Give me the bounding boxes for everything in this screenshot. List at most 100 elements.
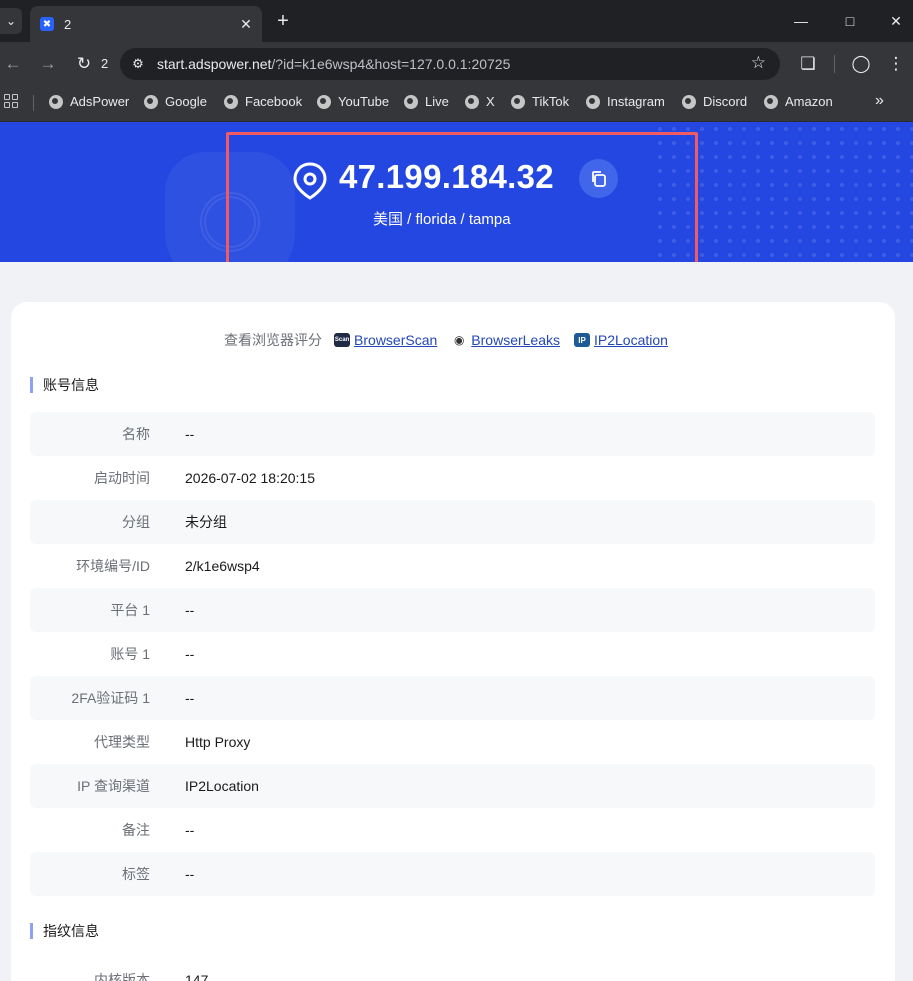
bookmark-tiktok[interactable]: TikTok — [511, 94, 569, 109]
bookmark-star-icon[interactable]: ☆ — [751, 53, 766, 73]
ip2location-link-text[interactable]: IP2Location — [594, 332, 668, 348]
bookmark-label: Instagram — [607, 94, 665, 109]
browser-toolbar: ← → ↻ 2 ⚙ start.adspower.net/?id=k1e6wsp… — [0, 42, 913, 86]
row-label: 内核版本 — [94, 972, 150, 981]
row-value: -- — [185, 866, 195, 882]
globe-icon — [586, 94, 600, 109]
bookmark-youtube[interactable]: YouTube — [317, 94, 389, 109]
globe-icon — [465, 94, 479, 109]
row-label: 分组 — [122, 514, 150, 530]
maximize-window-button[interactable]: □ — [835, 10, 865, 32]
bookmark-google[interactable]: Google — [144, 94, 207, 109]
table-row: 名称 -- — [30, 412, 875, 456]
url-text[interactable]: start.adspower.net/?id=k1e6wsp4&host=127… — [157, 56, 510, 72]
browserscan-link-text[interactable]: BrowserScan — [354, 332, 437, 348]
forward-arrow-icon[interactable]: → — [37, 53, 59, 75]
row-value: 未分组 — [185, 514, 227, 530]
globe-icon — [682, 94, 696, 109]
account-info-title: 账号信息 — [30, 377, 99, 393]
bookmark-label: Amazon — [785, 94, 833, 109]
ip-hero-banner: 47.199.184.32 美国 / florida / tampa — [0, 122, 913, 262]
row-label: 平台 1 — [110, 602, 150, 618]
table-row: 平台 1 -- — [30, 588, 875, 632]
ip2location-icon: IP — [574, 333, 590, 347]
globe-icon — [764, 94, 778, 109]
bookmark-label: X — [486, 94, 495, 109]
row-label: 代理类型 — [94, 734, 150, 750]
bookmark-instagram[interactable]: Instagram — [586, 94, 665, 109]
table-row: 环境编号/ID 2/k1e6wsp4 — [30, 544, 875, 588]
table-row: 备注 -- — [30, 808, 875, 852]
row-label: 名称 — [122, 426, 150, 442]
row-label: 2FA验证码 1 — [71, 690, 150, 706]
bookmark-label: Google — [165, 94, 207, 109]
bookmark-label: Discord — [703, 94, 748, 109]
row-value: -- — [185, 602, 195, 618]
bookmark-adspower[interactable]: AdsPower — [49, 94, 129, 109]
profile-info-card: 查看浏览器评分 Scan BrowserScan ◉ BrowserLeaks … — [11, 302, 895, 981]
copy-icon — [591, 170, 606, 187]
tab-active[interactable]: ✖ 2 ✕ — [30, 6, 262, 42]
close-window-button[interactable]: ✕ — [881, 10, 911, 32]
globe-icon — [49, 94, 63, 109]
back-arrow-icon[interactable]: ← — [2, 53, 24, 75]
bookmark-label: Live — [425, 94, 449, 109]
address-bar[interactable]: ⚙ start.adspower.net/?id=k1e6wsp4&host=1… — [120, 48, 780, 80]
tab-strip: ⌄ ✖ 2 ✕ + — □ ✕ — [0, 0, 913, 42]
table-row: 2FA验证码 1 -- — [30, 676, 875, 720]
table-row: IP 查询渠道 IP2Location — [30, 764, 875, 808]
ip-location: 美国 / florida / tampa — [373, 211, 511, 228]
row-value: 2026-07-02 18:20:15 — [185, 470, 315, 486]
close-tab-icon[interactable]: ✕ — [234, 16, 258, 33]
row-value: -- — [185, 426, 195, 442]
minimize-window-button[interactable]: — — [786, 10, 816, 32]
globe-icon — [511, 94, 525, 109]
row-value: IP2Location — [185, 778, 259, 794]
adspower-favicon-icon: ✖ — [40, 17, 54, 31]
url-host: start.adspower.net — [157, 56, 272, 72]
table-row: 启动时间 2026-07-02 18:20:15 — [30, 456, 875, 500]
reload-badge: 2 — [101, 56, 109, 71]
globe-icon — [404, 94, 418, 109]
menu-kebab-icon[interactable]: ⋮ — [885, 53, 907, 75]
row-value: -- — [185, 822, 195, 838]
row-label: IP 查询渠道 — [77, 778, 150, 794]
site-info-icon[interactable]: ⚙ — [128, 54, 148, 74]
bookmark-x[interactable]: X — [465, 94, 495, 109]
browserleaks-link[interactable]: ◉ BrowserLeaks — [451, 332, 560, 348]
bookmark-label: TikTok — [532, 94, 570, 109]
bookmarks-bar: AdsPower Google Facebook YouTube Live X … — [0, 86, 913, 122]
tab-search-button[interactable]: ⌄ — [0, 8, 22, 34]
browserscan-icon: Scan — [334, 333, 351, 347]
globe-icon — [144, 94, 158, 109]
chevron-down-icon: ⌄ — [5, 14, 17, 28]
row-value: -- — [185, 690, 195, 706]
bookmark-facebook[interactable]: Facebook — [224, 94, 302, 109]
extensions-icon[interactable]: ❏ — [797, 53, 819, 75]
reload-icon[interactable]: ↻ — [73, 53, 95, 75]
url-path: /?id=k1e6wsp4&host=127.0.0.1:20725 — [271, 56, 511, 72]
profile-icon[interactable]: ◯ — [850, 53, 872, 75]
toolbar-divider — [834, 55, 835, 73]
row-label: 启动时间 — [94, 470, 150, 486]
apps-grid-icon[interactable] — [4, 94, 18, 108]
table-row: 内核版本 147 — [30, 958, 875, 981]
bookmark-discord[interactable]: Discord — [682, 94, 747, 109]
location-pin-icon — [293, 162, 327, 200]
globe-icon — [317, 94, 331, 109]
chevron-double-right-icon[interactable]: » — [875, 92, 884, 110]
fingerprint-info-list: 内核版本 147 — [30, 958, 875, 981]
copy-ip-button[interactable] — [579, 159, 618, 198]
bookmark-live[interactable]: Live — [404, 94, 449, 109]
row-value: 147 — [185, 972, 209, 981]
table-row: 代理类型 Http Proxy — [30, 720, 875, 764]
table-row: 分组 未分组 — [30, 500, 875, 544]
ip2location-link[interactable]: IP IP2Location — [574, 332, 668, 348]
row-label: 备注 — [122, 822, 150, 838]
browserscan-link[interactable]: Scan BrowserScan — [334, 332, 437, 348]
new-tab-button[interactable]: + — [272, 10, 294, 32]
browserleaks-link-text[interactable]: BrowserLeaks — [471, 332, 560, 348]
bookmark-amazon[interactable]: Amazon — [764, 94, 833, 109]
fingerprint-icon: ◉ — [451, 333, 468, 347]
row-value: Http Proxy — [185, 734, 251, 750]
